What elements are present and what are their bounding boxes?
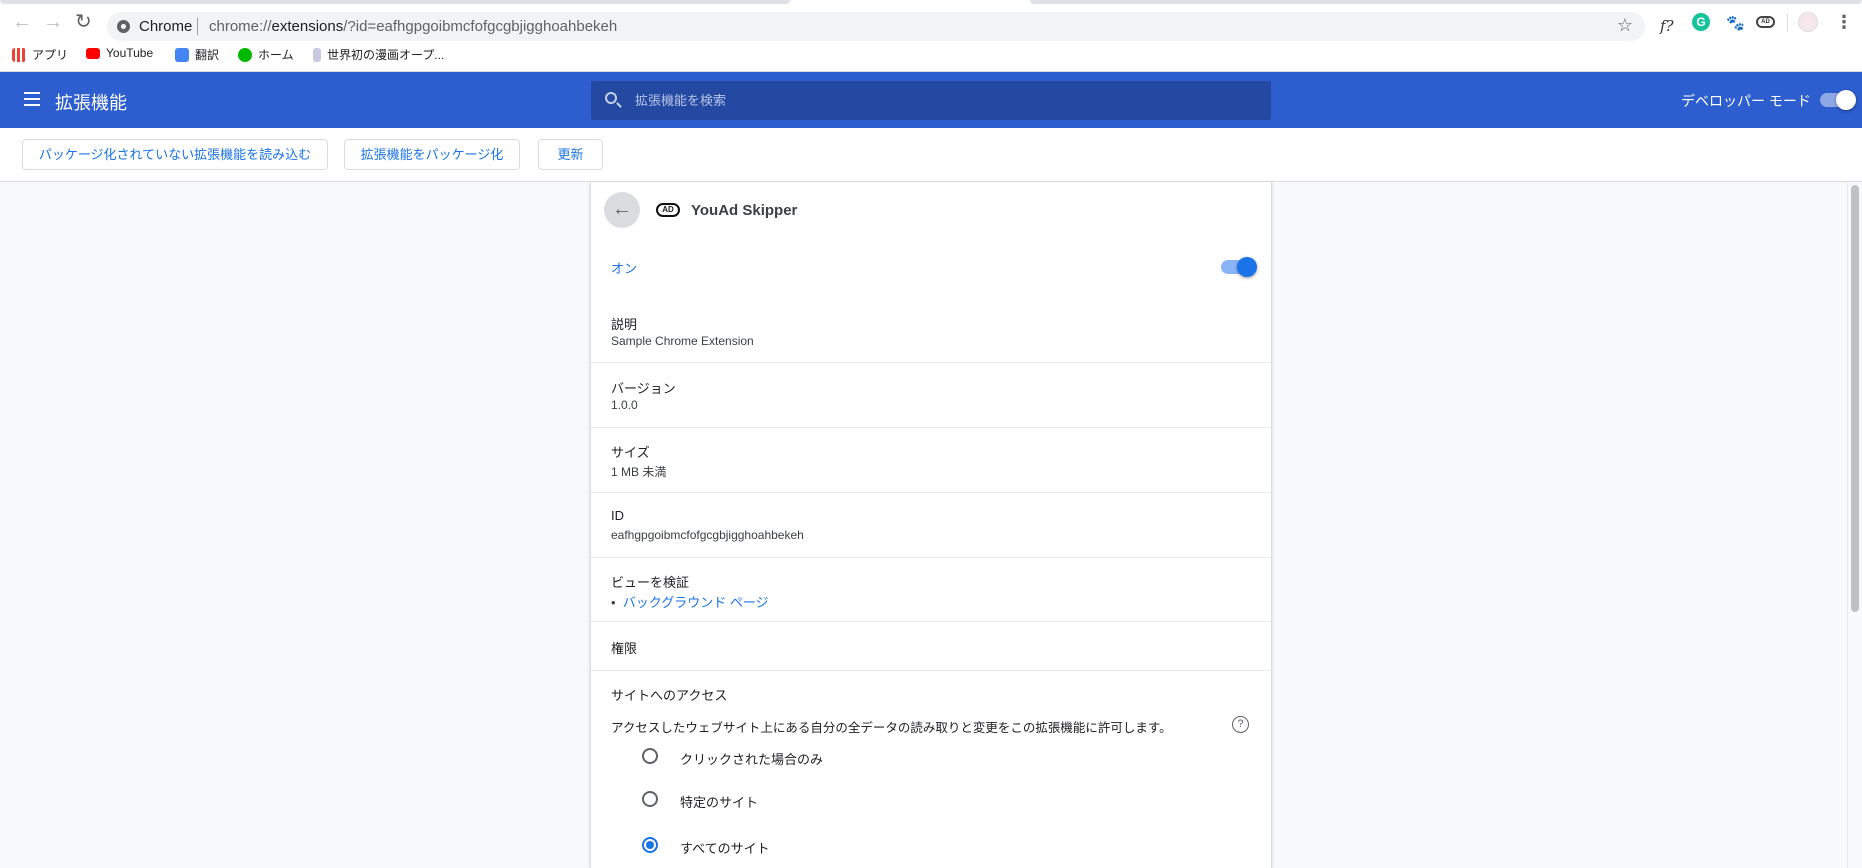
bookmark-apps[interactable]: アプリ [12,46,68,63]
bookmarks-bar: アプリ YouTube 翻訳 ホーム 世界初の漫画オープ... [0,42,1862,72]
line-icon [238,47,252,62]
bookmark-label: YouTube [106,46,154,60]
section-label: サイズ [611,445,650,460]
search-icon [605,92,617,104]
update-button[interactable]: 更新 [538,139,603,170]
extensions-header: 拡張機能 デベロッパー モード [0,72,1862,128]
translate-icon [175,47,189,62]
permissions-section: 権限 [591,622,1271,671]
description-section: 説明 Sample Chrome Extension [591,304,1271,363]
bookmark-star-icon[interactable]: ☆ [1617,15,1633,36]
scrollbar-thumb[interactable] [1851,185,1859,612]
divider [197,18,198,35]
extension-icon: AD [656,203,680,217]
youad-extension-icon[interactable]: AD [1756,16,1775,28]
section-label: ビューを検証 [611,575,690,590]
developer-mode-toggle[interactable] [1820,90,1856,110]
divider [1787,14,1788,32]
formula-extension-icon[interactable]: f? [1660,17,1674,35]
site-access-label: サイトへのアクセス [611,688,728,703]
bookmark-label: アプリ [32,48,69,62]
site-label: Chrome [139,18,193,35]
inspect-views-section: ビューを検証 • バックグラウンド ページ [591,558,1271,622]
radio-on-click[interactable] [642,748,658,764]
id-section: ID eafhgpgoibmcfofgcgbjigghoahbekeh [591,493,1271,558]
extension-name: YouAd Skipper [691,202,798,219]
radio-label[interactable]: 特定のサイト [680,792,758,811]
menu-icon[interactable]: ⋮ [1835,12,1853,33]
description-value: Sample Chrome Extension [611,334,754,348]
page-title: 拡張機能 [55,93,127,113]
size-section: サイズ 1 MB 未満 [591,428,1271,493]
section-label: ID [611,508,624,523]
back-button[interactable]: ← [604,192,640,228]
size-value: 1 MB 未満 [611,465,667,479]
section-label: バージョン [611,381,676,396]
address-bar[interactable]: Chrome chrome://extensions/?id=eafhgpgoi… [107,12,1645,41]
apps-grid-icon [12,47,26,62]
bookmark-manga[interactable]: 世界初の漫画オープ... [313,46,444,63]
bookmark-translate[interactable]: 翻訳 [175,46,219,63]
radio-all-sites[interactable] [642,837,658,853]
pack-extension-button[interactable]: 拡張機能をパッケージ化 [344,139,520,170]
url-text[interactable]: chrome://extensions/?id=eafhgpgoibmcfofg… [209,18,617,35]
version-value: 1.0.0 [611,398,638,412]
radio-label[interactable]: すべてのサイト [680,838,770,857]
radio-specific-sites[interactable] [642,791,658,807]
view-list-item: • バックグラウンド ページ [611,595,769,610]
youtube-icon [86,47,100,59]
hamburger-menu-icon[interactable] [24,92,40,106]
grammarly-icon[interactable]: G [1692,13,1710,31]
section-label: 権限 [611,641,638,656]
browser-toolbar: ← → ↻ Chrome chrome://extensions/?id=eaf… [0,4,1862,42]
search-input[interactable] [635,81,1235,120]
manga-icon [313,47,321,62]
load-unpacked-button[interactable]: パッケージ化されていない拡張機能を読み込む [22,139,328,170]
bookmark-label: 世界初の漫画オープ... [327,48,445,62]
version-section: バージョン 1.0.0 [591,363,1271,428]
id-value: eafhgpgoibmcfofgcgbjigghoahbekeh [611,528,804,542]
search-box[interactable] [591,81,1271,120]
paw-icon[interactable]: 🐾 [1726,14,1745,32]
background-page-link[interactable]: バックグラウンド ページ [623,595,769,610]
bookmark-youtube[interactable]: YouTube [86,46,153,60]
developer-mode-label: デベロッパー モード [1681,93,1811,109]
profile-avatar[interactable] [1798,12,1818,32]
enabled-toggle[interactable] [1221,257,1257,277]
bookmark-label: 翻訳 [195,48,220,62]
help-icon[interactable]: ? [1232,716,1249,733]
bookmark-label: ホーム [258,48,294,62]
site-access-description: アクセスしたウェブサイト上にある自分の全データの読み取りと変更をこの拡張機能に許… [611,721,1172,735]
back-icon[interactable]: ← [12,12,32,32]
chrome-icon [117,20,130,33]
enabled-label: オン [611,261,638,276]
action-bar: パッケージ化されていない拡張機能を読み込む 拡張機能をパッケージ化 更新 [0,128,1862,182]
forward-icon[interactable]: → [43,12,63,32]
extension-detail-card: ← AD YouAd Skipper オン 説明 Sample Chrome E… [590,182,1272,868]
section-label: 説明 [611,317,638,332]
scrollbar[interactable] [1847,182,1862,868]
radio-label[interactable]: クリックされた場合のみ [680,749,823,768]
reload-icon[interactable]: ↻ [75,12,92,32]
bookmark-home[interactable]: ホーム [238,46,294,63]
